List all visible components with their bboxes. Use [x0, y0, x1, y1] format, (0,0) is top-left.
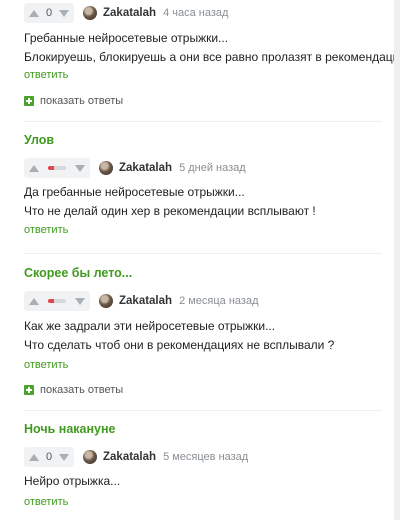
vote-control: 0 [24, 447, 74, 467]
vote-control: 0 [24, 3, 74, 23]
downvote-icon[interactable] [59, 453, 69, 461]
comment-line: Как же задрали эти нейросетевые отрыжки.… [24, 319, 276, 333]
author-name[interactable]: Zakatalah [103, 7, 156, 19]
comment-meta: 0 Zakatalah 5 месяцев назад [24, 446, 248, 468]
scrollbar[interactable] [394, 0, 400, 520]
avatar[interactable] [83, 450, 97, 464]
comment-text: Гребанные нейросетевые отрыжки... Блокир… [24, 29, 400, 67]
comment-time[interactable]: 5 дней назад [179, 162, 246, 174]
upvote-icon[interactable] [29, 9, 39, 17]
downvote-icon[interactable] [59, 9, 69, 17]
vote-score: 0 [45, 451, 53, 463]
author-name[interactable]: Zakatalah [119, 162, 172, 174]
comment-line: Нейро отрыжка... [24, 474, 121, 488]
vote-score: 0 [45, 7, 53, 19]
author-name[interactable]: Zakatalah [103, 451, 156, 463]
show-replies-button[interactable]: показать ответы [24, 95, 123, 107]
post-title-link[interactable]: Скорее бы лето... [24, 266, 132, 280]
comment-text: Как же задрали эти нейросетевые отрыжки.… [24, 317, 334, 355]
divider [24, 410, 382, 411]
comment-line: Блокируешь, блокируешь а они все равно п… [24, 50, 400, 64]
reply-link[interactable]: ответить [24, 359, 68, 371]
reply-link[interactable]: ответить [24, 224, 68, 236]
rating-bar-negative [48, 166, 55, 170]
rating-bar-negative [48, 299, 55, 303]
upvote-icon[interactable] [29, 164, 39, 172]
comment-time[interactable]: 2 месяца назад [179, 295, 258, 307]
upvote-icon[interactable] [29, 453, 39, 461]
rating-bar [48, 166, 66, 170]
show-replies-label: показать ответы [40, 95, 124, 107]
vote-control [24, 291, 90, 311]
reply-link[interactable]: ответить [24, 496, 68, 508]
post-title-link[interactable]: Улов [24, 133, 54, 147]
comment-meta: Zakatalah 5 дней назад [24, 157, 246, 179]
upvote-icon[interactable] [29, 297, 39, 305]
downvote-icon[interactable] [75, 297, 85, 305]
avatar[interactable] [99, 294, 113, 308]
comment-line: Что сделать чтоб они в рекомендациях не … [24, 338, 335, 352]
plus-icon [24, 385, 34, 395]
plus-icon [24, 96, 34, 106]
comment-line: Да гребанные нейросетевые отрыжки... [24, 185, 245, 199]
divider [24, 253, 382, 254]
downvote-icon[interactable] [75, 164, 85, 172]
comment-meta: Zakatalah 2 месяца назад [24, 290, 259, 312]
comments-page: 0 Zakatalah 4 часа назад Гребанные нейро… [0, 0, 400, 520]
show-replies-button[interactable]: показать ответы [24, 384, 123, 396]
reply-link[interactable]: ответить [24, 69, 68, 81]
rating-bar [48, 299, 66, 303]
post-title-link[interactable]: Ночь накануне [24, 422, 115, 436]
avatar[interactable] [83, 6, 97, 20]
comment-time[interactable]: 4 часа назад [163, 7, 228, 19]
comment-meta: 0 Zakatalah 4 часа назад [24, 2, 228, 24]
divider [24, 121, 382, 122]
comment-text: Да гребанные нейросетевые отрыжки... Что… [24, 183, 316, 221]
comment-time[interactable]: 5 месяцев назад [163, 451, 248, 463]
show-replies-label: показать ответы [40, 384, 124, 396]
avatar[interactable] [99, 161, 113, 175]
comment-line: Что не делай один хер в рекомендации всп… [24, 204, 316, 218]
comment-text: Нейро отрыжка... [24, 472, 120, 491]
vote-control [24, 158, 90, 178]
author-name[interactable]: Zakatalah [119, 295, 172, 307]
comment-line: Гребанные нейросетевые отрыжки... [24, 31, 229, 45]
